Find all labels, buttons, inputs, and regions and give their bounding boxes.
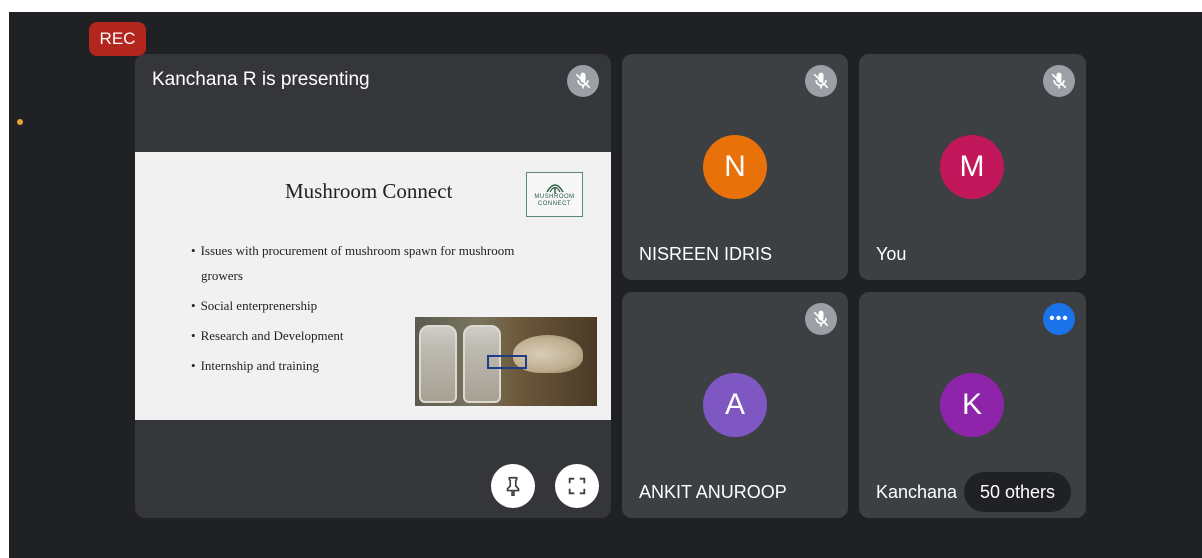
pin-icon xyxy=(506,476,520,496)
mushroom-photo xyxy=(415,317,597,406)
bullet-item-continued: growers xyxy=(201,268,243,283)
others-count-badge[interactable]: 50 others xyxy=(964,472,1072,512)
avatar: N xyxy=(703,135,767,199)
avatar: K xyxy=(940,373,1004,437)
logo-text-line1: MUSHROOM xyxy=(534,193,575,200)
presenting-label: Kanchana R is presenting xyxy=(152,69,370,90)
logo-text-line2: CONNECT xyxy=(537,200,572,207)
bullet-item: • Social enterprenership xyxy=(191,298,318,313)
jar-image xyxy=(419,325,457,403)
participant-tile-others[interactable]: ••• K Kanchana 50 others xyxy=(859,292,1086,518)
bullet-item: • Issues with procurement of mushroom spa… xyxy=(191,243,515,258)
participant-name: NISREEN IDRIS xyxy=(639,244,773,264)
avatar: A xyxy=(703,373,767,437)
fullscreen-button[interactable] xyxy=(555,464,599,508)
recording-badge: REC xyxy=(89,22,146,56)
mushroom-logo-icon xyxy=(545,183,564,194)
more-options-icon[interactable]: ••• xyxy=(1043,303,1075,335)
mic-off-icon xyxy=(805,65,837,97)
shared-slide: Mushroom Connect MUSHROOM CONNECT • Issue… xyxy=(135,152,611,420)
participant-tile[interactable]: A ANKIT ANUROOP xyxy=(622,292,848,518)
pin-button[interactable] xyxy=(491,464,535,508)
arrow-icon xyxy=(487,355,527,369)
slide-heading: Mushroom Connect xyxy=(285,179,453,203)
participant-name: ANKIT ANUROOP xyxy=(639,482,787,502)
participant-name: You xyxy=(876,244,907,264)
status-dot xyxy=(17,119,23,125)
mic-off-icon xyxy=(567,65,599,97)
participant-tile-self[interactable]: M You xyxy=(859,54,1086,280)
mic-off-icon xyxy=(1043,65,1075,97)
mic-off-icon xyxy=(805,303,837,335)
mushroom-connect-logo: MUSHROOM CONNECT xyxy=(526,172,583,217)
avatar: M xyxy=(940,135,1004,199)
fullscreen-icon xyxy=(568,477,586,495)
participant-tile[interactable]: N NISREEN IDRIS xyxy=(622,54,848,280)
participant-name: Kanchana xyxy=(876,482,958,502)
presentation-tile[interactable]: Kanchana R is presenting Mushroom Connec… xyxy=(135,54,611,518)
